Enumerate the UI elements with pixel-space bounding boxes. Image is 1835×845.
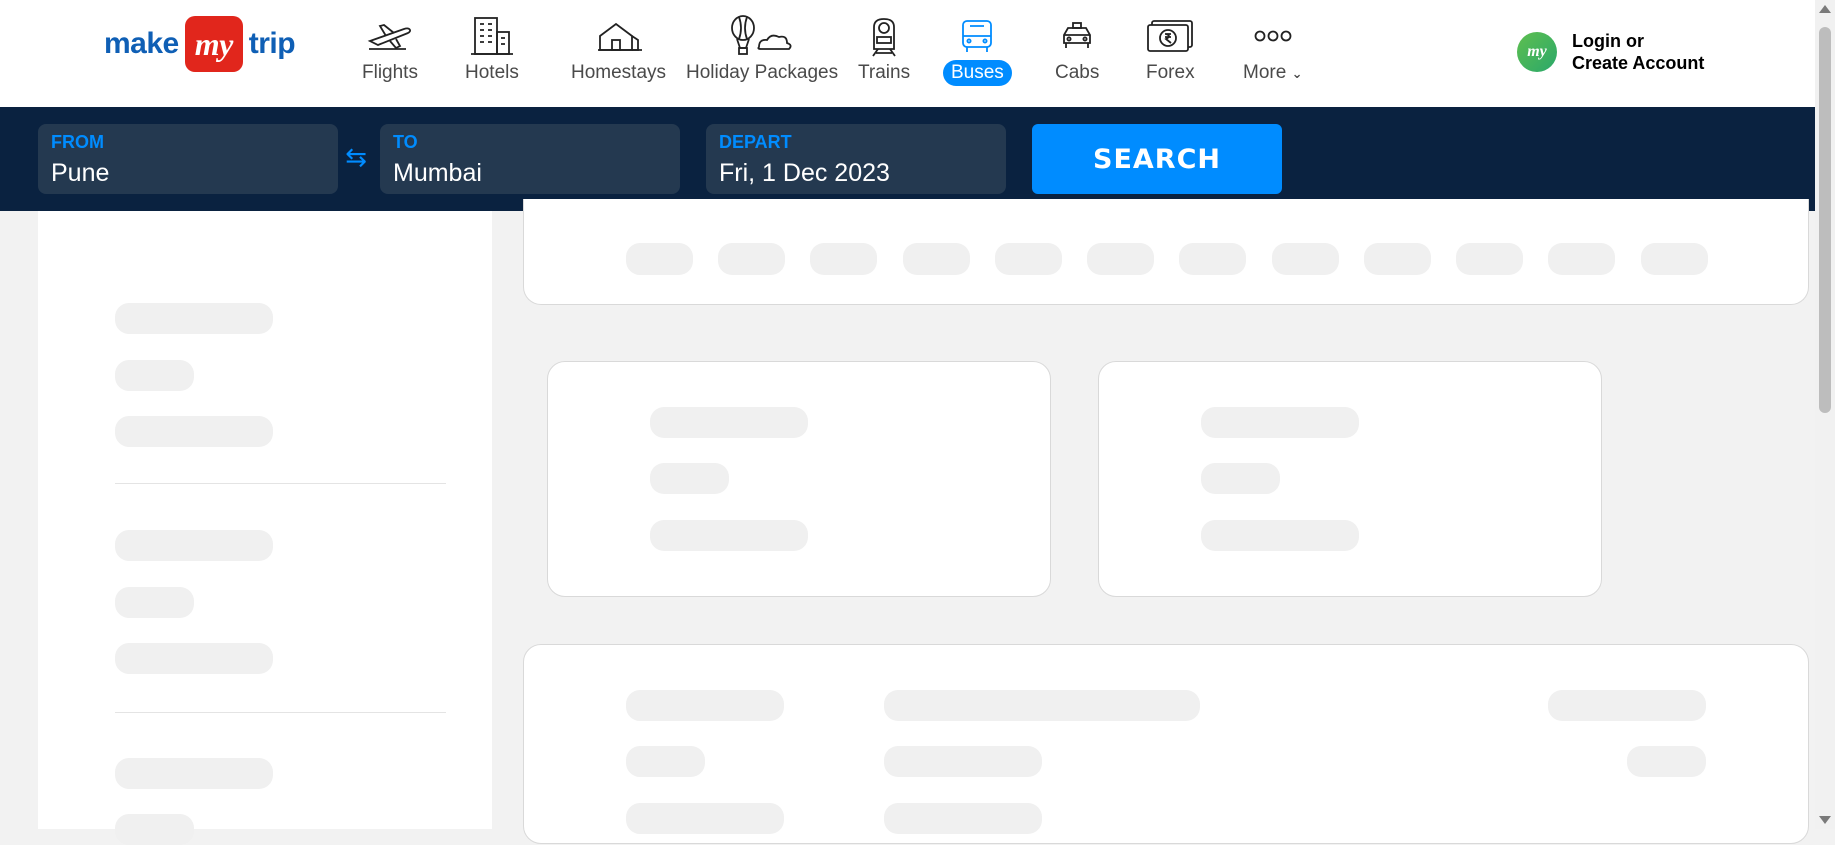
- skeleton-line: [626, 803, 784, 834]
- logo-badge: my: [184, 16, 243, 72]
- skeleton-line: [884, 803, 1042, 834]
- skeleton-line: [626, 690, 784, 721]
- skeleton-line: [115, 758, 273, 789]
- scroll-down-arrow-icon[interactable]: [1819, 816, 1831, 824]
- skeleton-date-pill: [1272, 243, 1339, 275]
- skeleton-line: [884, 746, 1042, 777]
- more-label-text: More: [1243, 62, 1287, 83]
- skeleton-line: [115, 303, 273, 334]
- skeleton-line: [626, 746, 705, 777]
- skeleton-line: [1201, 520, 1359, 551]
- skeleton-date-pill: [903, 243, 970, 275]
- skeleton-line: [650, 407, 808, 438]
- skeleton-date-pill: [1548, 243, 1615, 275]
- bus-icon: [947, 14, 1007, 58]
- from-label: FROM: [51, 132, 104, 152]
- skeleton-line: [115, 416, 273, 447]
- nav-item-holiday-packages[interactable]: Holiday Packages: [678, 14, 846, 94]
- nav-label-holiday-packages: Holiday Packages: [686, 62, 839, 83]
- skeleton-line: [115, 530, 273, 561]
- to-label: TO: [393, 132, 418, 152]
- skeleton-date-pill: [1364, 243, 1431, 275]
- airplane-icon: [360, 14, 420, 58]
- offer-card-skeleton: [547, 361, 1051, 597]
- train-icon: [854, 14, 914, 58]
- skeleton-line: [1627, 746, 1706, 777]
- nav-label-buses: Buses: [943, 60, 1012, 86]
- skeleton-line: [1201, 463, 1280, 494]
- bus-result-card-skeleton: [523, 644, 1809, 844]
- nav-label-more: More ⌄: [1235, 60, 1310, 86]
- skeleton-line: [115, 643, 273, 674]
- building-icon: [462, 14, 522, 58]
- more-dots-icon: [1243, 14, 1303, 58]
- nav-item-cabs[interactable]: Cabs: [1047, 14, 1107, 94]
- skeleton-date-pill: [1641, 243, 1708, 275]
- from-field[interactable]: FROM Pune: [38, 124, 338, 194]
- avatar: my: [1517, 32, 1557, 72]
- rupee-note-icon: [1140, 14, 1200, 58]
- sidebar-divider: [115, 483, 446, 484]
- login-line-1: Login or: [1572, 31, 1644, 51]
- depart-value: Fri, 1 Dec 2023: [719, 159, 890, 187]
- nav-item-trains[interactable]: Trains: [850, 14, 918, 94]
- nav-item-more[interactable]: More ⌄: [1235, 14, 1310, 94]
- nav-item-homestays[interactable]: Homestays: [563, 14, 674, 94]
- login-text: Login or Create Account: [1572, 30, 1704, 74]
- depart-field[interactable]: DEPART Fri, 1 Dec 2023: [706, 124, 1006, 194]
- nav-label-forex: Forex: [1146, 62, 1195, 83]
- skeleton-date-pill: [810, 243, 877, 275]
- skeleton-line: [650, 463, 729, 494]
- skeleton-line: [884, 690, 1200, 721]
- skeleton-date-pill: [626, 243, 693, 275]
- balloon-icon: [727, 14, 797, 58]
- house-icon: [589, 14, 649, 58]
- nav-item-forex[interactable]: Forex: [1138, 14, 1203, 94]
- sidebar-divider: [115, 712, 446, 713]
- logo-text-left: make: [104, 27, 179, 60]
- nav-item-buses[interactable]: Buses: [943, 14, 1012, 94]
- nav-label-trains: Trains: [858, 62, 911, 83]
- login-create-account[interactable]: my Login or Create Account: [1517, 30, 1704, 74]
- nav-label-homestays: Homestays: [571, 62, 667, 83]
- filter-sidebar-skeleton: [38, 211, 492, 845]
- nav-item-flights[interactable]: Flights: [354, 14, 426, 94]
- top-header: make my trip Flights Hotels Homestays Ho…: [0, 0, 1815, 107]
- bus-search-bar: FROM Pune ⇆ TO Mumbai DEPART Fri, 1 Dec …: [0, 107, 1815, 211]
- logo-text-right: trip: [248, 27, 296, 60]
- nav-item-hotels[interactable]: Hotels: [457, 14, 527, 94]
- date-strip-skeleton: [523, 199, 1809, 305]
- skeleton-line: [1548, 690, 1706, 721]
- depart-label: DEPART: [719, 132, 792, 152]
- skeleton-date-pill: [1179, 243, 1246, 275]
- skeleton-line: [115, 360, 194, 391]
- search-button[interactable]: SEARCH: [1032, 124, 1282, 194]
- skeleton-date-pill: [1456, 243, 1523, 275]
- nav-label-cabs: Cabs: [1055, 62, 1100, 83]
- skeleton-line: [1201, 407, 1359, 438]
- from-value: Pune: [51, 159, 110, 187]
- nav-label-flights: Flights: [362, 62, 418, 83]
- offer-card-skeleton: [1098, 361, 1602, 597]
- page-scrollbar[interactable]: [1815, 0, 1835, 829]
- to-value: Mumbai: [393, 159, 482, 187]
- chevron-down-icon: ⌄: [1291, 66, 1303, 81]
- makemytrip-logo[interactable]: make my trip: [104, 15, 296, 73]
- car-icon: [1047, 14, 1107, 58]
- swap-arrows-icon[interactable]: ⇆: [342, 143, 370, 171]
- skeleton-date-pill: [995, 243, 1062, 275]
- to-field[interactable]: TO Mumbai: [380, 124, 680, 194]
- nav-label-hotels: Hotels: [465, 62, 519, 83]
- scroll-up-arrow-icon[interactable]: [1819, 5, 1831, 13]
- scrollbar-thumb[interactable]: [1819, 27, 1831, 413]
- skeleton-line: [650, 520, 808, 551]
- skeleton-line: [115, 814, 194, 845]
- login-line-2: Create Account: [1572, 53, 1705, 73]
- skeleton-line: [115, 587, 194, 618]
- skeleton-date-pill: [718, 243, 785, 275]
- skeleton-date-pill: [1087, 243, 1154, 275]
